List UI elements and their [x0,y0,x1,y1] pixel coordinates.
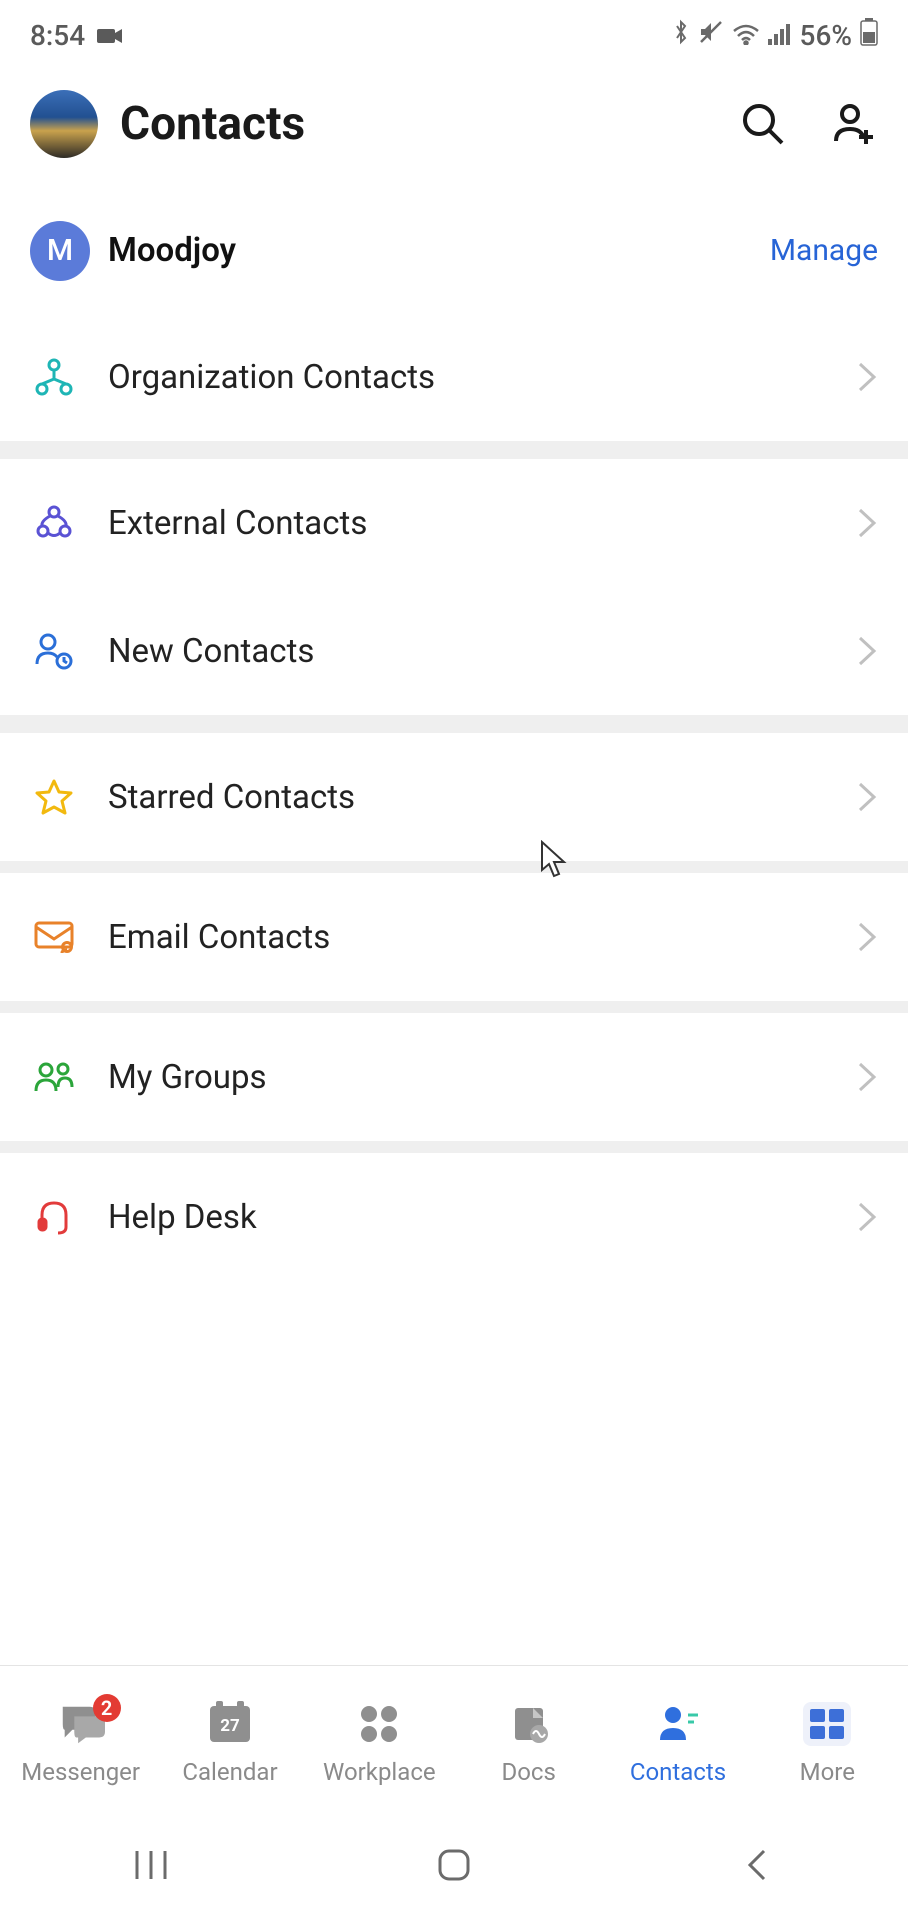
nav-more[interactable]: More [753,1700,902,1786]
messenger-badge: 2 [93,1694,121,1722]
chevron-right-icon [856,1200,878,1234]
page-title: Contacts [120,97,716,151]
row-label: Email Contacts [108,918,856,957]
battery-icon [860,18,878,53]
nav-docs[interactable]: Docs [454,1700,603,1786]
search-icon [740,101,786,147]
nav-messenger[interactable]: 2 Messenger [6,1700,155,1786]
home-button[interactable] [424,1835,484,1895]
row-email-contacts[interactable]: Email Contacts [0,873,908,1001]
add-contact-button[interactable] [828,99,878,149]
row-starred-contacts[interactable]: Starred Contacts [0,733,908,861]
nav-label: Contacts [630,1758,726,1786]
row-help-desk[interactable]: Help Desk [0,1153,908,1281]
org-tree-icon [30,353,78,401]
mute-icon [698,19,724,52]
row-label: Starred Contacts [108,778,856,817]
chevron-right-icon [856,920,878,954]
organization-row[interactable]: M Moodjoy Manage [0,188,908,313]
chevron-right-icon [856,360,878,394]
org-name: Moodjoy [108,231,770,270]
home-icon [434,1845,474,1885]
manage-link[interactable]: Manage [770,233,878,268]
battery-percent: 56% [800,19,852,52]
app-header: Contacts [0,70,908,188]
signal-icon [768,19,792,52]
chevron-right-icon [856,780,878,814]
more-icon [803,1700,851,1748]
system-nav-bar [0,1810,908,1920]
star-icon [30,773,78,821]
status-time: 8:54 [30,19,85,52]
calendar-icon: 27 [206,1700,254,1748]
row-my-groups[interactable]: My Groups [0,1013,908,1141]
recents-icon [131,1845,171,1885]
row-label: Organization Contacts [108,358,856,397]
bluetooth-icon [672,19,690,52]
back-icon [742,1845,772,1885]
recent-apps-button[interactable] [121,1835,181,1895]
chevron-right-icon [856,506,878,540]
row-organization-contacts[interactable]: Organization Contacts [0,313,908,441]
contacts-icon [654,1700,702,1748]
profile-avatar[interactable] [30,90,98,158]
wifi-icon [732,19,760,52]
nav-contacts[interactable]: Contacts [603,1700,752,1786]
workplace-icon [355,1700,403,1748]
chevron-right-icon [856,634,878,668]
row-label: External Contacts [108,504,856,543]
row-label: New Contacts [108,632,856,671]
groups-icon [30,1053,78,1101]
bottom-nav: 2 Messenger 27 Calendar Workplace Docs C… [0,1665,908,1810]
nav-label: Messenger [21,1758,140,1786]
chevron-right-icon [856,1060,878,1094]
row-external-contacts[interactable]: External Contacts [0,459,908,587]
org-avatar: M [30,221,90,281]
status-bar: 8:54 56% [0,0,908,70]
search-button[interactable] [738,99,788,149]
content-scroll[interactable]: M Moodjoy Manage Organization Contacts E… [0,188,908,1665]
camera-icon [97,19,123,52]
new-contact-icon [30,627,78,675]
row-new-contacts[interactable]: New Contacts [0,587,908,715]
external-icon [30,499,78,547]
nav-label: Workplace [323,1758,436,1786]
row-label: My Groups [108,1058,856,1097]
docs-icon [505,1700,553,1748]
nav-label: Calendar [182,1758,277,1786]
email-icon [30,913,78,961]
add-person-icon [830,101,876,147]
headset-icon [30,1193,78,1241]
nav-workplace[interactable]: Workplace [305,1700,454,1786]
nav-calendar[interactable]: 27 Calendar [155,1700,304,1786]
nav-label: Docs [501,1758,555,1786]
nav-label: More [800,1758,855,1786]
row-label: Help Desk [108,1198,856,1237]
back-button[interactable] [727,1835,787,1895]
